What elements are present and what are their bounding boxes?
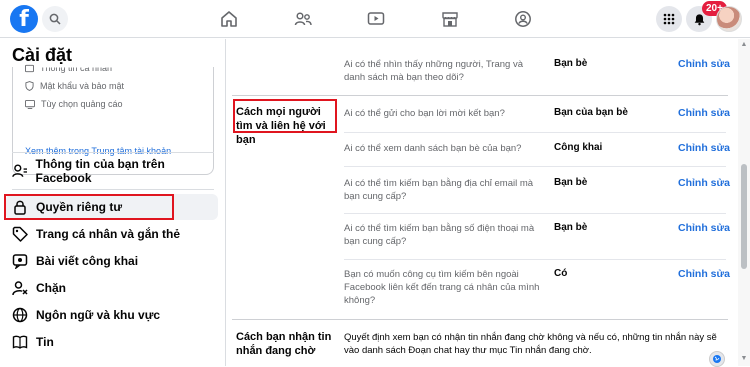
sidebar-divider: [12, 189, 214, 190]
edit-link[interactable]: Chỉnh sửa: [678, 107, 730, 119]
setting-value: Bạn bè: [554, 177, 588, 188]
edit-link[interactable]: Chỉnh sửa: [678, 177, 730, 189]
highlight-box-privacy: [4, 194, 174, 220]
sidebar-item-stories[interactable]: Tin: [6, 329, 218, 355]
friends-icon: [294, 12, 312, 26]
sidebar-item-blocking[interactable]: Chặn: [6, 275, 218, 301]
card-item-personal-info[interactable]: Thông tin cá nhân: [25, 63, 112, 73]
marketplace-icon: [442, 12, 458, 27]
search-button[interactable]: [42, 6, 68, 32]
globe-icon: [713, 355, 721, 363]
nav-groups[interactable]: [512, 8, 534, 30]
groups-icon: [515, 11, 531, 27]
menu-button[interactable]: [656, 6, 682, 32]
sidebar-divider: [12, 152, 214, 153]
scroll-up-arrow-icon[interactable]: ▲: [740, 41, 748, 49]
section-label-message-requests: Cách bạn nhận tin nhắn đang chờ: [236, 331, 332, 357]
setting-question: Ai có thể xem danh sách bạn bè của bạn?: [344, 143, 522, 154]
row-divider: [344, 166, 726, 167]
settings-sidebar: Cài đặt Thông tin cá nhân Mật khẩu và bả…: [0, 39, 226, 366]
setting-question: Ai có thể nhìn thấy những người, Trang v…: [344, 59, 523, 83]
nav-home[interactable]: [218, 8, 240, 30]
setting-question: Bạn có muốn công cụ tìm kiếm bên ngoài F…: [344, 269, 540, 306]
sidebar-item-your-info[interactable]: Thông tin của bạn trên Facebook: [6, 157, 218, 185]
row-divider: [344, 259, 726, 260]
nav-marketplace[interactable]: [439, 8, 461, 30]
globe-icon: [12, 307, 28, 323]
person-info-icon: [12, 164, 28, 178]
section-divider: [232, 95, 728, 96]
sidebar-item-public-posts[interactable]: Bài viết công khai: [6, 248, 218, 274]
accounts-center-link[interactable]: Xem thêm trong Trung tâm tài khoản: [25, 146, 171, 156]
edit-link[interactable]: Chỉnh sửa: [678, 222, 730, 234]
card-item-password-security[interactable]: Mật khẩu và bảo mật: [25, 81, 124, 91]
setting-value: Bạn của bạn bè: [554, 107, 628, 118]
grid-menu-icon: [663, 13, 675, 25]
block-user-icon: [12, 281, 28, 296]
sidebar-item-language-region[interactable]: Ngôn ngữ và khu vực: [6, 302, 218, 328]
edit-link[interactable]: Chỉnh sửa: [678, 268, 730, 280]
setting-question: Ai có thể gửi cho bạn lời mời kết bạn?: [344, 108, 505, 119]
bell-icon: [694, 13, 704, 25]
setting-value: Có: [554, 268, 568, 279]
language-globe-button[interactable]: [709, 351, 725, 367]
setting-value: Bạn bè: [554, 58, 588, 69]
top-navigation-bar: f 20+: [0, 0, 750, 38]
section-divider: [232, 319, 728, 320]
ad-monitor-icon: [25, 99, 35, 109]
edit-link[interactable]: Chỉnh sửa: [678, 58, 730, 70]
facebook-logo[interactable]: f: [10, 5, 38, 33]
book-icon: [12, 335, 28, 349]
setting-question: Ai có thể tìm kiếm bạn bằng số điện thoạ…: [344, 223, 535, 247]
scroll-down-arrow-icon[interactable]: ▼: [740, 355, 748, 363]
message-requests-description: Quyết định xem bạn có nhận tin nhắn đang…: [344, 332, 717, 356]
highlight-box-section: [233, 99, 337, 133]
id-card-icon: [25, 64, 34, 72]
video-icon: [367, 12, 385, 25]
setting-value: Công khai: [554, 142, 603, 153]
edit-link[interactable]: Chỉnh sửa: [678, 142, 730, 154]
scrollbar-thumb[interactable]: [741, 164, 747, 269]
public-posts-icon: [12, 254, 28, 269]
nav-watch[interactable]: [365, 8, 387, 30]
page-scrollbar[interactable]: ▲ ▼: [738, 39, 750, 366]
tag-icon: [12, 226, 28, 242]
search-icon: [49, 13, 61, 25]
privacy-settings-panel: Ai có thể nhìn thấy những người, Trang v…: [226, 39, 736, 367]
card-item-ad-preferences[interactable]: Tùy chọn quảng cáo: [25, 99, 123, 109]
profile-avatar[interactable]: [716, 6, 742, 32]
setting-value: Bạn bè: [554, 222, 588, 233]
shield-icon: [25, 81, 34, 91]
setting-question: Ai có thể tìm kiếm bạn bằng địa chỉ emai…: [344, 178, 534, 202]
row-divider: [344, 213, 726, 214]
row-divider: [344, 132, 726, 133]
nav-friends[interactable]: [292, 8, 314, 30]
home-icon: [221, 11, 237, 27]
sidebar-item-profile-tagging[interactable]: Trang cá nhân và gắn thẻ: [6, 221, 218, 247]
